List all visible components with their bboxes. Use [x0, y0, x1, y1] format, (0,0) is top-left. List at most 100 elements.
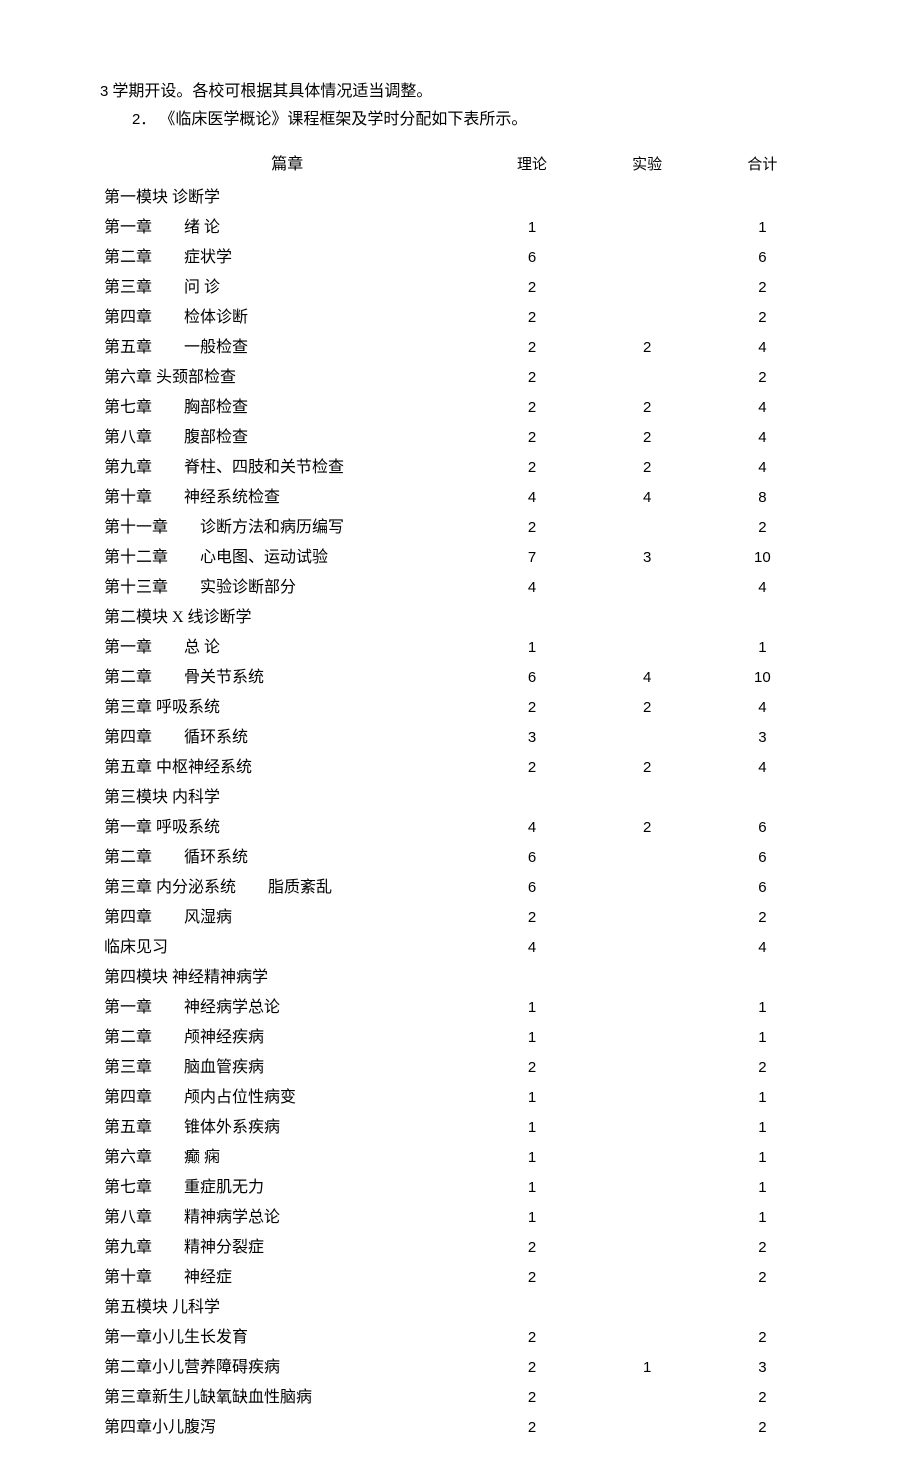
intro-line-2-prefix: 2． — [132, 111, 155, 128]
total-cell: 2 — [705, 1263, 820, 1293]
experiment-cell — [590, 1023, 705, 1053]
total-cell: 2 — [705, 903, 820, 933]
table-row: 第六章 头颈部检查22 — [100, 363, 820, 393]
total-cell: 2 — [705, 273, 820, 303]
table-body: 第一模块 诊断学第一章 绪 论11第二章 症状学66第三章 问 诊22第四章 检… — [100, 183, 820, 1443]
table-row: 第十章 神经系统检查448 — [100, 483, 820, 513]
section-title-cell: 第二模块 X 线诊断学 — [100, 603, 474, 633]
table-row: 第十一章 诊断方法和病历编写22 — [100, 513, 820, 543]
experiment-cell — [590, 843, 705, 873]
theory-cell: 2 — [474, 753, 589, 783]
experiment-cell — [590, 783, 705, 813]
col-header-chapter: 篇章 — [100, 150, 474, 183]
chapter-cell: 第一章小儿生长发育 — [100, 1323, 474, 1353]
experiment-cell — [590, 903, 705, 933]
experiment-cell — [590, 183, 705, 213]
section-title-cell: 第三模块 内科学 — [100, 783, 474, 813]
experiment-cell: 2 — [590, 453, 705, 483]
chapter-cell: 第二章 颅神经疾病 — [100, 1023, 474, 1053]
total-cell: 1 — [705, 213, 820, 243]
theory-cell: 6 — [474, 663, 589, 693]
theory-cell: 1 — [474, 1143, 589, 1173]
table-row: 第二章 症状学66 — [100, 243, 820, 273]
section-row: 第二模块 X 线诊断学 — [100, 603, 820, 633]
total-cell: 2 — [705, 1053, 820, 1083]
total-cell: 10 — [705, 543, 820, 573]
total-cell: 2 — [705, 1323, 820, 1353]
experiment-cell — [590, 513, 705, 543]
theory-cell — [474, 603, 589, 633]
total-cell: 3 — [705, 1353, 820, 1383]
total-cell: 10 — [705, 663, 820, 693]
total-cell: 4 — [705, 693, 820, 723]
total-cell — [705, 963, 820, 993]
section-row: 第四模块 神经精神病学 — [100, 963, 820, 993]
theory-cell: 4 — [474, 933, 589, 963]
document-page: 3 学期开设。各校可根据其具体情况适当调整。 2． 《临床医学概论》课程框架及学… — [0, 0, 920, 1483]
total-cell: 1 — [705, 1173, 820, 1203]
total-cell: 4 — [705, 933, 820, 963]
table-row: 第三章新生儿缺氧缺血性脑病22 — [100, 1383, 820, 1413]
total-cell: 2 — [705, 1413, 820, 1443]
table-row: 第二章 颅神经疾病11 — [100, 1023, 820, 1053]
experiment-cell — [590, 1203, 705, 1233]
experiment-cell: 2 — [590, 813, 705, 843]
theory-cell: 2 — [474, 1233, 589, 1263]
section-title-cell: 第五模块 儿科学 — [100, 1293, 474, 1323]
experiment-cell — [590, 1053, 705, 1083]
intro-line-2: 2． 《临床医学概论》课程框架及学时分配如下表所示。 — [100, 108, 820, 132]
table-row: 第一章小儿生长发育22 — [100, 1323, 820, 1353]
table-row: 第十三章 实验诊断部分44 — [100, 573, 820, 603]
total-cell: 1 — [705, 1113, 820, 1143]
total-cell: 4 — [705, 393, 820, 423]
table-header-row: 篇章 理论 实验 合计 — [100, 150, 820, 183]
theory-cell: 2 — [474, 1053, 589, 1083]
table-row: 第四章 检体诊断22 — [100, 303, 820, 333]
theory-cell: 1 — [474, 1173, 589, 1203]
chapter-cell: 第五章 锥体外系疾病 — [100, 1113, 474, 1143]
section-row: 第一模块 诊断学 — [100, 183, 820, 213]
total-cell: 4 — [705, 333, 820, 363]
chapter-cell: 第五章 一般检查 — [100, 333, 474, 363]
course-table: 篇章 理论 实验 合计 第一模块 诊断学第一章 绪 论11第二章 症状学66第三… — [100, 150, 820, 1443]
experiment-cell — [590, 303, 705, 333]
table-row: 第一章 绪 论11 — [100, 213, 820, 243]
theory-cell: 1 — [474, 213, 589, 243]
chapter-cell: 临床见习 — [100, 933, 474, 963]
experiment-cell — [590, 993, 705, 1023]
total-cell — [705, 783, 820, 813]
theory-cell: 2 — [474, 1383, 589, 1413]
table-row: 第五章 一般检查224 — [100, 333, 820, 363]
table-row: 第五章 锥体外系疾病11 — [100, 1113, 820, 1143]
chapter-cell: 第四章 检体诊断 — [100, 303, 474, 333]
experiment-cell — [590, 1293, 705, 1323]
theory-cell: 2 — [474, 1323, 589, 1353]
table-row: 第三章 内分泌系统 脂质紊乱66 — [100, 873, 820, 903]
total-cell: 6 — [705, 243, 820, 273]
theory-cell: 2 — [474, 423, 589, 453]
theory-cell: 2 — [474, 1353, 589, 1383]
intro-line-2-text: 《临床医学概论》课程框架及学时分配如下表所示。 — [159, 111, 527, 128]
table-row: 第九章 精神分裂症22 — [100, 1233, 820, 1263]
table-row: 第二章 循环系统66 — [100, 843, 820, 873]
theory-cell: 7 — [474, 543, 589, 573]
table-row: 第四章 循环系统33 — [100, 723, 820, 753]
experiment-cell — [590, 1233, 705, 1263]
theory-cell: 2 — [474, 273, 589, 303]
theory-cell — [474, 963, 589, 993]
chapter-cell: 第六章 头颈部检查 — [100, 363, 474, 393]
experiment-cell — [590, 1323, 705, 1353]
table-row: 第八章 精神病学总论11 — [100, 1203, 820, 1233]
table-row: 第八章 腹部检查224 — [100, 423, 820, 453]
theory-cell: 2 — [474, 333, 589, 363]
total-cell: 3 — [705, 723, 820, 753]
chapter-cell: 第三章 内分泌系统 脂质紊乱 — [100, 873, 474, 903]
table-row: 第七章 胸部检查224 — [100, 393, 820, 423]
intro-line-1-text: 学期开设。各校可根据其具体情况适当调整。 — [108, 83, 432, 100]
total-cell: 1 — [705, 1023, 820, 1053]
chapter-cell: 第五章 中枢神经系统 — [100, 753, 474, 783]
chapter-cell: 第一章 绪 论 — [100, 213, 474, 243]
theory-cell — [474, 1293, 589, 1323]
chapter-cell: 第一章 神经病学总论 — [100, 993, 474, 1023]
theory-cell: 2 — [474, 1263, 589, 1293]
